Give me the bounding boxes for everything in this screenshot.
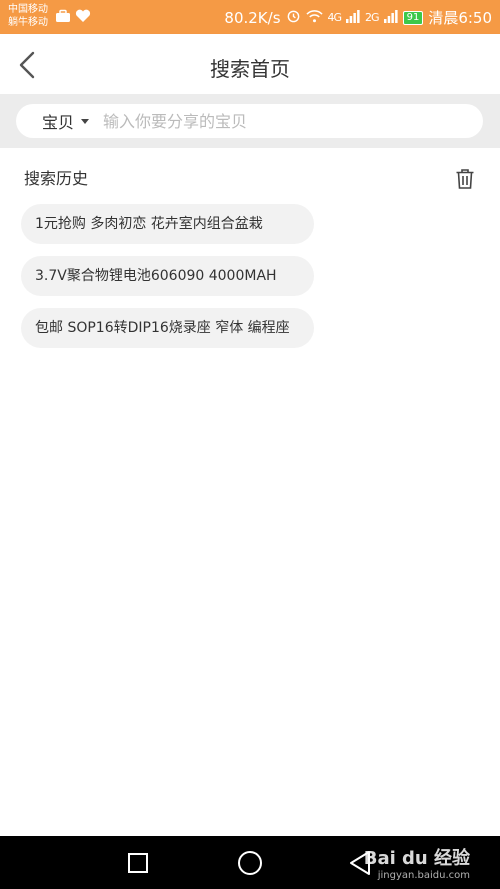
search-input[interactable] <box>103 111 434 131</box>
trash-icon <box>456 169 474 189</box>
heart-icon <box>75 9 91 27</box>
history-item[interactable]: 1元抢购 多肉初恋 花卉室内组合盆栽 <box>21 204 314 244</box>
baidu-watermark-url: jingyan.baidu.com <box>377 870 470 881</box>
signal-2g: 2G <box>365 11 379 24</box>
alarm-icon <box>286 8 301 27</box>
header-bar: 搜索首页 <box>0 34 500 94</box>
status-bar: 中国移动 躺牛移动 80.2K/s 4G 2G 91 清晨6:50 <box>0 0 500 34</box>
notification-icons <box>55 9 91 27</box>
search-area: 宝贝 <box>0 94 500 148</box>
square-icon <box>128 853 148 873</box>
home-button[interactable] <box>237 850 263 880</box>
history-item[interactable]: 3.7V聚合物锂电池606090 4000MAH <box>21 256 314 296</box>
clear-history-button[interactable] <box>455 168 475 190</box>
signal-bars-icon-2 <box>383 9 398 27</box>
category-dropdown[interactable]: 宝贝 <box>42 109 90 133</box>
caret-down-icon <box>81 118 90 124</box>
wifi-icon <box>305 9 323 27</box>
network-speed: 80.2K/s <box>224 8 281 27</box>
page-title: 搜索首页 <box>210 57 290 81</box>
history-title: 搜索历史 <box>24 169 89 188</box>
circle-icon <box>238 851 262 875</box>
baidu-watermark: Bai du 经验 <box>363 848 470 869</box>
carrier-2: 躺牛移动 <box>8 17 48 28</box>
carrier-info: 中国移动 躺牛移动 <box>8 3 48 29</box>
history-item[interactable]: 包邮 SOP16转DIP16烧录座 窄体 编程座 <box>21 308 314 348</box>
carrier-1: 中国移动 <box>8 4 48 15</box>
clock-time: 清晨6:50 <box>428 9 492 27</box>
navigation-bar: Bai du 经验 jingyan.baidu.com <box>0 836 500 889</box>
search-box: 宝贝 <box>16 104 483 138</box>
signal-4g: 4G <box>327 11 342 24</box>
recent-apps-button[interactable] <box>127 852 149 878</box>
briefcase-icon <box>55 9 71 27</box>
signal-bars-icon <box>346 9 360 27</box>
battery-icon: 91 <box>402 10 424 25</box>
category-label: 宝贝 <box>42 113 75 132</box>
status-right: 80.2K/s 4G 2G 91 清晨6:50 <box>224 7 492 28</box>
